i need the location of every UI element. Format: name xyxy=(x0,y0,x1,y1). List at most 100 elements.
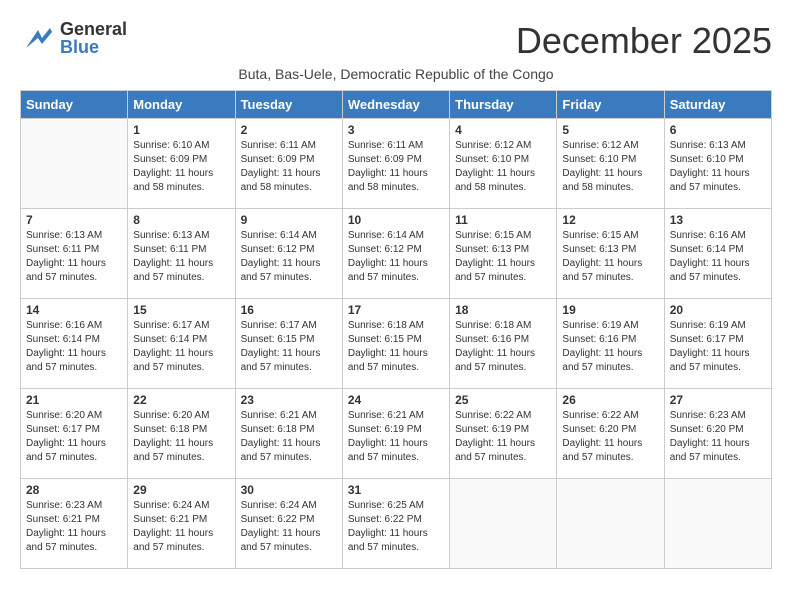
day-info: Sunrise: 6:17 AM Sunset: 6:14 PM Dayligh… xyxy=(133,319,229,375)
calendar-cell: 3Sunrise: 6:11 AM Sunset: 6:09 PM Daylig… xyxy=(342,119,449,209)
day-info: Sunrise: 6:23 AM Sunset: 6:20 PM Dayligh… xyxy=(670,409,766,465)
calendar-cell: 14Sunrise: 6:16 AM Sunset: 6:14 PM Dayli… xyxy=(21,299,128,389)
logo-general: General xyxy=(60,20,127,38)
day-number: 16 xyxy=(241,303,337,317)
day-info: Sunrise: 6:14 AM Sunset: 6:12 PM Dayligh… xyxy=(348,229,444,285)
month-title: December 2025 xyxy=(516,20,772,62)
day-number: 17 xyxy=(348,303,444,317)
calendar-cell: 22 Sunrise: 6:20 AM Sunset: 6:18 PM Dayli… xyxy=(128,389,235,479)
day-info: Sunrise: 6:21 AM Sunset: 6:18 PM Dayligh… xyxy=(241,409,337,465)
calendar-cell: 2 Sunrise: 6:11 AM Sunset: 6:09 PM Daylig… xyxy=(235,119,342,209)
calendar-cell: 29Sunrise: 6:24 AM Sunset: 6:21 PM Dayli… xyxy=(128,479,235,569)
calendar-week-row: 14Sunrise: 6:16 AM Sunset: 6:14 PM Dayli… xyxy=(21,299,772,389)
calendar-cell: 1 Sunrise: 6:10 AM Sunset: 6:09 PM Daylig… xyxy=(128,119,235,209)
day-info: Sunrise: 6:18 AM Sunset: 6:15 PM Dayligh… xyxy=(348,319,444,375)
day-number: 10 xyxy=(348,213,444,227)
day-number: 13 xyxy=(670,213,766,227)
calendar-cell: 27 Sunrise: 6:23 AM Sunset: 6:20 PM Dayli… xyxy=(664,389,771,479)
day-info: Sunrise: 6:10 AM Sunset: 6:09 PM Dayligh… xyxy=(133,139,229,195)
day-info: Sunrise: 6:23 AM Sunset: 6:21 PM Dayligh… xyxy=(26,499,122,555)
day-info: Sunrise: 6:13 AM Sunset: 6:11 PM Dayligh… xyxy=(26,229,122,285)
calendar-cell: 17 Sunrise: 6:18 AM Sunset: 6:15 PM Dayli… xyxy=(342,299,449,389)
calendar-cell: 4Sunrise: 6:12 AM Sunset: 6:10 PM Daylig… xyxy=(450,119,557,209)
day-number: 21 xyxy=(26,393,122,407)
day-info: Sunrise: 6:20 AM Sunset: 6:18 PM Dayligh… xyxy=(133,409,229,465)
day-info: Sunrise: 6:11 AM Sunset: 6:09 PM Dayligh… xyxy=(241,139,337,195)
day-of-week-header: Friday xyxy=(557,91,664,119)
calendar-cell xyxy=(664,479,771,569)
day-number: 28 xyxy=(26,483,122,497)
day-number: 15 xyxy=(133,303,229,317)
logo-blue: Blue xyxy=(60,38,127,56)
day-number: 8 xyxy=(133,213,229,227)
calendar-cell: 30 Sunrise: 6:24 AM Sunset: 6:22 PM Dayli… xyxy=(235,479,342,569)
day-number: 5 xyxy=(562,123,658,137)
day-info: Sunrise: 6:22 AM Sunset: 6:19 PM Dayligh… xyxy=(455,409,551,465)
day-of-week-header: Sunday xyxy=(21,91,128,119)
day-info: Sunrise: 6:18 AM Sunset: 6:16 PM Dayligh… xyxy=(455,319,551,375)
day-number: 24 xyxy=(348,393,444,407)
day-number: 2 xyxy=(241,123,337,137)
day-info: Sunrise: 6:14 AM Sunset: 6:12 PM Dayligh… xyxy=(241,229,337,285)
day-number: 6 xyxy=(670,123,766,137)
calendar-week-row: 7 Sunrise: 6:13 AM Sunset: 6:11 PM Daylig… xyxy=(21,209,772,299)
header: General Blue December 2025 xyxy=(20,20,772,62)
calendar-cell: 16 Sunrise: 6:17 AM Sunset: 6:15 PM Dayli… xyxy=(235,299,342,389)
day-number: 31 xyxy=(348,483,444,497)
day-of-week-header: Wednesday xyxy=(342,91,449,119)
day-number: 1 xyxy=(133,123,229,137)
calendar-cell: 24Sunrise: 6:21 AM Sunset: 6:19 PM Dayli… xyxy=(342,389,449,479)
day-number: 30 xyxy=(241,483,337,497)
calendar-cell: 31Sunrise: 6:25 AM Sunset: 6:22 PM Dayli… xyxy=(342,479,449,569)
day-info: Sunrise: 6:19 AM Sunset: 6:17 PM Dayligh… xyxy=(670,319,766,375)
day-of-week-header: Saturday xyxy=(664,91,771,119)
calendar-cell: 19 Sunrise: 6:19 AM Sunset: 6:16 PM Dayli… xyxy=(557,299,664,389)
day-number: 27 xyxy=(670,393,766,407)
calendar-cell: 5 Sunrise: 6:12 AM Sunset: 6:10 PM Daylig… xyxy=(557,119,664,209)
day-info: Sunrise: 6:15 AM Sunset: 6:13 PM Dayligh… xyxy=(562,229,658,285)
day-info: Sunrise: 6:24 AM Sunset: 6:21 PM Dayligh… xyxy=(133,499,229,555)
day-number: 19 xyxy=(562,303,658,317)
day-info: Sunrise: 6:16 AM Sunset: 6:14 PM Dayligh… xyxy=(670,229,766,285)
calendar-cell: 26Sunrise: 6:22 AM Sunset: 6:20 PM Dayli… xyxy=(557,389,664,479)
subtitle: Buta, Bas-Uele, Democratic Republic of t… xyxy=(20,66,772,82)
day-number: 7 xyxy=(26,213,122,227)
day-number: 25 xyxy=(455,393,551,407)
calendar-week-row: 21 Sunrise: 6:20 AM Sunset: 6:17 PM Dayli… xyxy=(21,389,772,479)
day-number: 22 xyxy=(133,393,229,407)
day-number: 3 xyxy=(348,123,444,137)
calendar-cell: 18Sunrise: 6:18 AM Sunset: 6:16 PM Dayli… xyxy=(450,299,557,389)
day-info: Sunrise: 6:19 AM Sunset: 6:16 PM Dayligh… xyxy=(562,319,658,375)
day-info: Sunrise: 6:15 AM Sunset: 6:13 PM Dayligh… xyxy=(455,229,551,285)
day-of-week-header: Thursday xyxy=(450,91,557,119)
calendar-cell: 11 Sunrise: 6:15 AM Sunset: 6:13 PM Dayli… xyxy=(450,209,557,299)
calendar-cell: 25 Sunrise: 6:22 AM Sunset: 6:19 PM Dayli… xyxy=(450,389,557,479)
day-number: 26 xyxy=(562,393,658,407)
logo-icon xyxy=(20,20,56,56)
calendar-cell: 21 Sunrise: 6:20 AM Sunset: 6:17 PM Dayli… xyxy=(21,389,128,479)
day-number: 9 xyxy=(241,213,337,227)
day-number: 11 xyxy=(455,213,551,227)
calendar-cell: 28 Sunrise: 6:23 AM Sunset: 6:21 PM Dayli… xyxy=(21,479,128,569)
calendar-cell: 6 Sunrise: 6:13 AM Sunset: 6:10 PM Daylig… xyxy=(664,119,771,209)
calendar-cell: 12 Sunrise: 6:15 AM Sunset: 6:13 PM Dayli… xyxy=(557,209,664,299)
day-info: Sunrise: 6:16 AM Sunset: 6:14 PM Dayligh… xyxy=(26,319,122,375)
day-info: Sunrise: 6:13 AM Sunset: 6:11 PM Dayligh… xyxy=(133,229,229,285)
day-info: Sunrise: 6:12 AM Sunset: 6:10 PM Dayligh… xyxy=(455,139,551,195)
calendar-table: SundayMondayTuesdayWednesdayThursdayFrid… xyxy=(20,90,772,569)
calendar-week-row: 1 Sunrise: 6:10 AM Sunset: 6:09 PM Daylig… xyxy=(21,119,772,209)
day-info: Sunrise: 6:12 AM Sunset: 6:10 PM Dayligh… xyxy=(562,139,658,195)
day-info: Sunrise: 6:13 AM Sunset: 6:10 PM Dayligh… xyxy=(670,139,766,195)
day-number: 23 xyxy=(241,393,337,407)
day-number: 12 xyxy=(562,213,658,227)
day-number: 20 xyxy=(670,303,766,317)
day-info: Sunrise: 6:17 AM Sunset: 6:15 PM Dayligh… xyxy=(241,319,337,375)
day-info: Sunrise: 6:20 AM Sunset: 6:17 PM Dayligh… xyxy=(26,409,122,465)
calendar-cell: 8 Sunrise: 6:13 AM Sunset: 6:11 PM Daylig… xyxy=(128,209,235,299)
calendar-cell xyxy=(557,479,664,569)
calendar-cell: 15 Sunrise: 6:17 AM Sunset: 6:14 PM Dayli… xyxy=(128,299,235,389)
calendar-cell: 20 Sunrise: 6:19 AM Sunset: 6:17 PM Dayli… xyxy=(664,299,771,389)
calendar-cell: 13 Sunrise: 6:16 AM Sunset: 6:14 PM Dayli… xyxy=(664,209,771,299)
calendar-cell: 23 Sunrise: 6:21 AM Sunset: 6:18 PM Dayli… xyxy=(235,389,342,479)
day-info: Sunrise: 6:24 AM Sunset: 6:22 PM Dayligh… xyxy=(241,499,337,555)
